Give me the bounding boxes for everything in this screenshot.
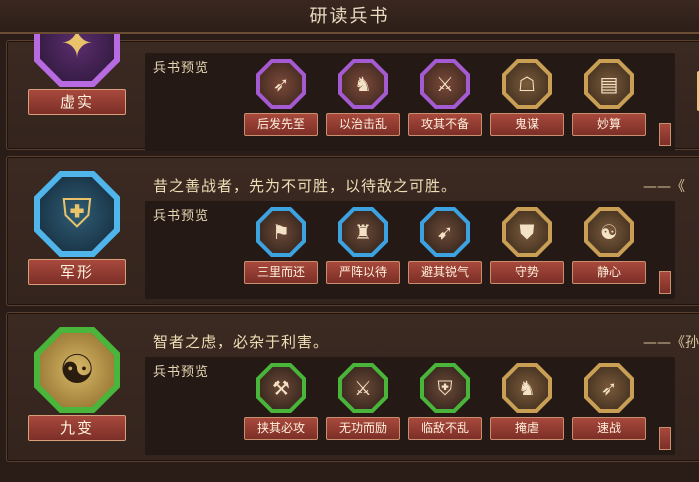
encourage-icon: ⚔ (342, 367, 384, 409)
panel-label: 兵书预览 (153, 61, 210, 76)
skill-item[interactable]: ♞ 掩虐 (489, 363, 565, 440)
retreat-icon: ⚑ (260, 211, 302, 253)
skill-label-stub (659, 271, 671, 294)
book-quote: 昔之善战者，先为不可胜，以待敌之可胜。 (153, 177, 458, 195)
xushi-emblem-icon: ✦ (40, 34, 114, 81)
yin-yang-icon: ☯ (40, 333, 114, 407)
skill-label: 掩虐 (490, 417, 564, 440)
cavalry-icon: ♞ (342, 63, 384, 105)
book-emblem[interactable]: ☯ 九变 (25, 327, 129, 441)
evade-icon: ➹ (424, 211, 466, 253)
junxing-emblem-icon: ⛨ (40, 177, 114, 251)
quote-source: ——《孙 (643, 335, 699, 351)
book-card-xushi[interactable]: ✦ 虚实 兵书预览 ➶ 后发先至 ♞ 以治击乱 ⚔ 攻其不备 ☖ 鬼谋 ▤ 妙算 (6, 34, 699, 151)
quote-source: ——《 (643, 179, 685, 195)
skill-label: 临敌不乱 (408, 417, 482, 440)
book-list[interactable]: ✦ 虚实 兵书预览 ➶ 后发先至 ♞ 以治击乱 ⚔ 攻其不备 ☖ 鬼谋 ▤ 妙算… (0, 34, 699, 482)
steady-icon: ⛨ (424, 367, 466, 409)
skill-item[interactable]: ➶ 后发先至 (243, 59, 319, 136)
book-quote: 智者之虑，必杂于利害。 (153, 333, 330, 351)
defense-icon: ⛊ (506, 211, 548, 253)
skill-item[interactable]: ☯ 静心 (571, 207, 647, 284)
book-emblem[interactable]: ⛨ 军形 (25, 171, 129, 285)
skill-label: 速战 (572, 417, 646, 440)
skill-item[interactable]: ⛨ 临敌不乱 (407, 363, 483, 440)
skill-item[interactable]: ⚒ 挟其必攻 (243, 363, 319, 440)
skill-preview-panel: 兵书预览 ⚑ 三里而还 ♜ 严阵以待 ➹ 避其锐气 ⛊ 守势 ☯ 静心 (145, 201, 675, 299)
skill-label: 挟其必攻 (244, 417, 318, 440)
skill-item[interactable]: ☖ 鬼谋 (489, 59, 565, 136)
panel-label: 兵书预览 (153, 209, 210, 224)
book-emblem[interactable]: ✦ 虚实 (25, 34, 129, 115)
skill-item[interactable]: ⚑ 三里而还 (243, 207, 319, 284)
skill-label: 静心 (572, 261, 646, 284)
book-card-junxing[interactable]: ⛨ 军形 昔之善战者，先为不可胜，以待敌之可胜。 ——《 兵书预览 ⚑ 三里而还… (6, 156, 699, 306)
skill-item[interactable]: ♞ 以治击乱 (325, 59, 401, 136)
skill-item[interactable]: ⛊ 守势 (489, 207, 565, 284)
skill-label: 以治击乱 (326, 113, 400, 136)
skill-item[interactable]: ♜ 严阵以待 (325, 207, 401, 284)
skill-label: 攻其不备 (408, 113, 482, 136)
bow-strike-icon: ➶ (260, 63, 302, 105)
title-bar: 研读兵书 (0, 0, 699, 34)
skill-item[interactable]: ▤ 妙算 (571, 59, 647, 136)
cover-icon: ♞ (506, 367, 548, 409)
strategist-icon: ☖ (506, 63, 548, 105)
ambush-icon: ⚔ (424, 63, 466, 105)
book-card-jiubian[interactable]: ☯ 九变 智者之虑，必杂于利害。 ——《孙 兵书预览 ⚒ 挟其必攻 ⚔ 无功而励… (6, 312, 699, 462)
skill-item[interactable]: ⚔ 攻其不备 (407, 59, 483, 136)
skill-label: 鬼谋 (490, 113, 564, 136)
formation-icon: ♜ (342, 211, 384, 253)
skill-label: 妙算 (572, 113, 646, 136)
swift-icon: ➶ (588, 367, 630, 409)
book-name-button[interactable]: 军形 (28, 259, 126, 285)
skill-label: 三里而还 (244, 261, 318, 284)
siege-icon: ⚒ (260, 367, 302, 409)
skill-label: 守势 (490, 261, 564, 284)
panel-label: 兵书预览 (153, 365, 210, 380)
book-name-button[interactable]: 虚实 (28, 89, 126, 115)
meditate-icon: ☯ (588, 211, 630, 253)
scroll-icon: ▤ (588, 63, 630, 105)
page-title: 研读兵书 (309, 6, 390, 27)
skill-item[interactable]: ➶ 速战 (571, 363, 647, 440)
skill-label: 严阵以待 (326, 261, 400, 284)
book-name-button[interactable]: 九变 (28, 415, 126, 441)
skill-item[interactable]: ➹ 避其锐气 (407, 207, 483, 284)
skill-preview-panel: 兵书预览 ⚒ 挟其必攻 ⚔ 无功而励 ⛨ 临敌不乱 ♞ 掩虐 ➶ 速战 (145, 357, 675, 455)
skill-label-stub (659, 427, 671, 450)
skill-label: 无功而励 (326, 417, 400, 440)
skill-item[interactable]: ⚔ 无功而励 (325, 363, 401, 440)
skill-label: 后发先至 (244, 113, 318, 136)
skill-preview-panel: 兵书预览 ➶ 后发先至 ♞ 以治击乱 ⚔ 攻其不备 ☖ 鬼谋 ▤ 妙算 (145, 53, 675, 151)
skill-label: 避其锐气 (408, 261, 482, 284)
skill-label-stub (659, 123, 671, 146)
